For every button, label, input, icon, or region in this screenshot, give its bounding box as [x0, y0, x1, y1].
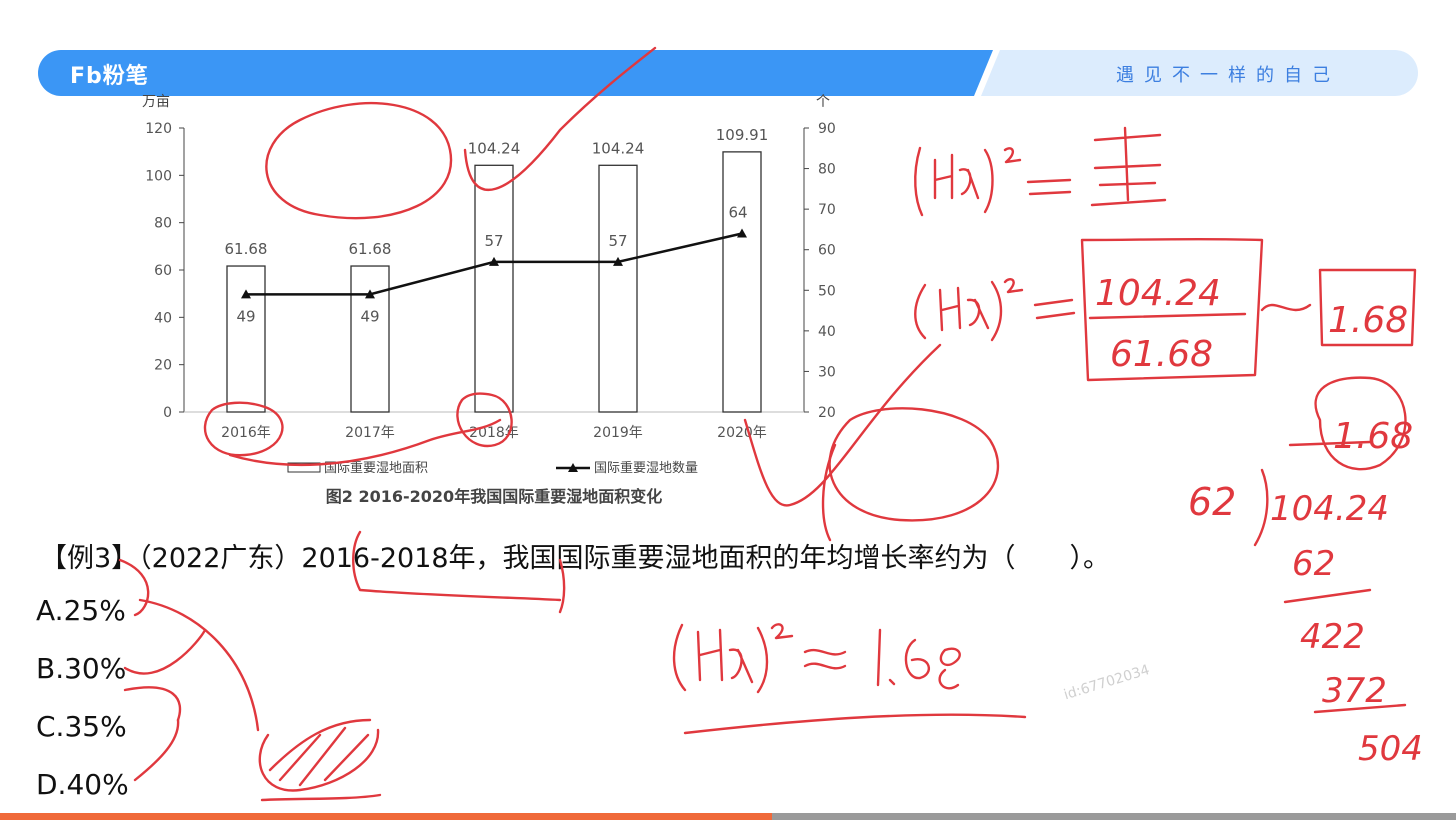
- slogan: 遇见不一样的自己: [1116, 65, 1340, 86]
- bar: [598, 164, 638, 413]
- count-value-label: 57: [484, 232, 503, 250]
- count-value-label: 64: [728, 203, 747, 221]
- ink-dividend: 104.24: [1270, 489, 1389, 529]
- bar-value-label: 104.24: [592, 139, 645, 157]
- bar-value-label: 61.68: [349, 240, 392, 258]
- y-right-unit: 个: [816, 94, 830, 110]
- y-left-tick-label: 80: [154, 216, 172, 232]
- y-left-tick-label: 20: [154, 358, 172, 374]
- y-left-tick-label: 60: [154, 263, 172, 279]
- bar-value-label: 61.68: [225, 240, 268, 258]
- ink-quotient: 1.68: [1333, 416, 1413, 457]
- bar: [474, 164, 514, 413]
- legend-bar-label: 国际重要湿地面积: [324, 460, 428, 476]
- x-tick-label: 2018年: [469, 425, 519, 441]
- y-right-tick-label: 30: [818, 364, 836, 380]
- x-tick-label: 2016年: [221, 425, 271, 441]
- wetland-chart: 万亩 个 0 20 40 60 80 100 120 20 30 40 50 60 70 80 90 61.68 6…: [142, 93, 836, 506]
- legend-line-label: 国际重要湿地数量: [594, 460, 698, 476]
- option-c[interactable]: C.35%: [36, 710, 127, 743]
- option-a[interactable]: A.25%: [36, 594, 126, 627]
- y-left-tick-label: 0: [163, 405, 172, 421]
- ink-circle-mid: [828, 407, 1000, 522]
- ink-divisor: 62: [1188, 480, 1236, 524]
- bar: [350, 265, 390, 413]
- count-value-label: 49: [360, 307, 379, 325]
- ink-rem2: 504: [1358, 729, 1423, 769]
- ink-rem1: 422: [1300, 617, 1365, 657]
- progress-bar-fill: [0, 813, 772, 820]
- y-right-tick-label: 60: [818, 243, 836, 259]
- y-right-tick-label: 80: [818, 162, 836, 178]
- option-b[interactable]: B.30%: [36, 652, 126, 685]
- x-tick-label: 2019年: [593, 425, 643, 441]
- y-right-tick-label: 40: [818, 324, 836, 340]
- bar: [722, 151, 762, 413]
- bar-value-label: 109.91: [716, 126, 769, 144]
- x-tick-label: 2020年: [717, 425, 767, 441]
- bar-value-label: 104.24: [468, 139, 521, 157]
- bar: [226, 265, 266, 413]
- y-left-tick-label: 40: [154, 310, 172, 326]
- progress-bar-track: [772, 813, 1456, 820]
- y-right-tick-label: 20: [818, 405, 836, 421]
- x-tick-label: 2017年: [345, 425, 395, 441]
- y-left-tick-label: 100: [145, 168, 172, 184]
- watermark: id:67702034: [1062, 662, 1152, 704]
- chart-title: 图2 2016-2020年我国国际重要湿地面积变化: [326, 487, 662, 506]
- question-text: 【例3】（2022广东）2016-2018年，我国国际重要湿地面积的年均增长率约…: [40, 543, 1111, 574]
- y-left-unit: 万亩: [142, 93, 170, 110]
- y-right-tick-label: 90: [818, 121, 836, 137]
- ink-sub2: 372: [1322, 671, 1387, 711]
- count-value-label: 57: [608, 232, 627, 250]
- y-right-tick-label: 70: [818, 202, 836, 218]
- ink-ratio: 1.68: [1328, 300, 1408, 341]
- legend-bar-swatch: [287, 462, 321, 473]
- y-right-tick-label: 50: [818, 283, 836, 299]
- ink-sub1: 62: [1292, 544, 1335, 584]
- ink-denominator: 61.68: [1110, 334, 1213, 375]
- count-value-label: 49: [236, 307, 255, 325]
- ink-numerator: 104.24: [1095, 273, 1221, 314]
- y-left-tick-label: 120: [145, 121, 172, 137]
- option-d[interactable]: D.40%: [36, 768, 129, 801]
